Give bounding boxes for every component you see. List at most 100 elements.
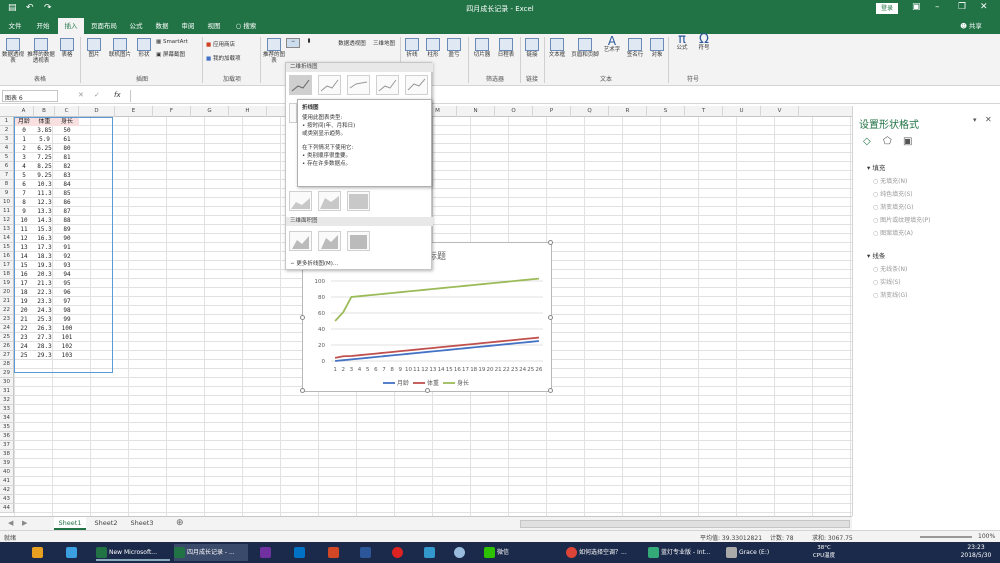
tab-home[interactable]: 开始 <box>30 18 56 34</box>
radio-option[interactable]: ○ 无线条(N) <box>873 264 907 273</box>
row-header[interactable]: 34 <box>0 414 14 423</box>
table-cell[interactable]: 101 <box>55 333 79 342</box>
table-cell[interactable]: 25 <box>14 351 34 360</box>
resize-handle[interactable] <box>548 315 553 320</box>
table-cell[interactable]: 5.9 <box>34 135 55 144</box>
table-cell[interactable]: 81 <box>55 153 79 162</box>
row-header[interactable]: 26 <box>0 342 14 351</box>
music-button[interactable] <box>392 544 408 561</box>
table-cell[interactable]: 89 <box>55 225 79 234</box>
row-header[interactable]: 13 <box>0 225 14 234</box>
table-cell[interactable]: 85 <box>55 189 79 198</box>
row-header[interactable]: 16 <box>0 252 14 261</box>
scroll-right-icon[interactable]: ▶ <box>22 519 27 527</box>
gallery-item-line-markers[interactable] <box>376 75 399 95</box>
legend-label[interactable]: 体重 <box>427 379 439 387</box>
table-cell[interactable]: 95 <box>55 279 79 288</box>
table-cell[interactable]: 87 <box>55 207 79 216</box>
table-cell[interactable]: 11 <box>14 225 34 234</box>
table-cell[interactable]: 2 <box>14 144 34 153</box>
row-header[interactable]: 41 <box>0 477 14 486</box>
pane-dropdown-icon[interactable]: ▾ <box>973 116 977 124</box>
table-cell[interactable]: 19 <box>14 297 34 306</box>
table-cell[interactable]: 13 <box>14 243 34 252</box>
taskbar-item-excel-new[interactable]: New Microsoft... <box>96 544 170 561</box>
table-cell[interactable]: 11.3 <box>34 189 55 198</box>
series-line[interactable] <box>334 340 540 362</box>
fill-line-icon[interactable]: ◇ <box>863 136 871 147</box>
table-cell[interactable]: 94 <box>55 270 79 279</box>
slicer-button[interactable]: 切片器 <box>471 38 493 58</box>
row-header[interactable]: 31 <box>0 387 14 396</box>
gallery-item-100-area[interactable] <box>347 191 370 211</box>
recommended-pivot-button[interactable]: 推荐的数据透视表 <box>26 38 56 64</box>
table-cell[interactable]: 9 <box>14 207 34 216</box>
effects-icon[interactable]: ⬠ <box>883 136 892 147</box>
table-header-cell[interactable]: 体重 <box>34 117 55 126</box>
row-header[interactable]: 37 <box>0 441 14 450</box>
table-cell[interactable]: 13.3 <box>34 207 55 216</box>
pictures-button[interactable]: 图片 <box>84 38 104 58</box>
row-header[interactable]: 14 <box>0 234 14 243</box>
taskbar-item-wechat[interactable]: 微信 <box>484 544 546 561</box>
onenote-button[interactable] <box>260 544 276 561</box>
tab-insert[interactable]: 插入 <box>58 18 84 34</box>
column-header[interactable]: C <box>55 106 79 117</box>
ribbon-options-icon[interactable]: ▣ <box>912 2 921 12</box>
store-button[interactable]: ■ 应用商店 <box>206 42 252 48</box>
row-header[interactable]: 23 <box>0 315 14 324</box>
table-cell[interactable]: 19.3 <box>34 261 55 270</box>
row-header[interactable]: 12 <box>0 216 14 225</box>
row-header[interactable]: 7 <box>0 171 14 180</box>
taskbar-item-drive[interactable]: Grace (E:) <box>726 544 796 561</box>
row-header[interactable]: 9 <box>0 189 14 198</box>
table-cell[interactable]: 5 <box>14 171 34 180</box>
table-cell[interactable]: 7.25 <box>34 153 55 162</box>
row-header[interactable]: 11 <box>0 207 14 216</box>
column-header[interactable]: S <box>647 106 685 117</box>
column-header[interactable]: U <box>723 106 761 117</box>
table-cell[interactable]: 28.3 <box>34 342 55 351</box>
add-sheet-icon[interactable]: ⊕ <box>176 518 184 528</box>
tab-view[interactable]: 视图 <box>202 18 226 34</box>
gallery-item-stacked-area[interactable] <box>318 191 341 211</box>
table-cell[interactable]: 24.3 <box>34 306 55 315</box>
gallery-item-3d-100-area[interactable] <box>347 231 370 251</box>
table-cell[interactable]: 84 <box>55 180 79 189</box>
sheet-tab-1[interactable]: Sheet1 <box>54 517 86 530</box>
table-button[interactable]: 表格 <box>58 38 76 58</box>
row-header[interactable]: 40 <box>0 468 14 477</box>
row-header[interactable]: 4 <box>0 144 14 153</box>
sparkline-column-button[interactable]: 柱形 <box>424 38 442 58</box>
horizontal-scrollbar[interactable] <box>520 520 850 528</box>
size-properties-icon[interactable]: ▣ <box>903 136 912 147</box>
column-header[interactable]: P <box>533 106 571 117</box>
table-header-cell[interactable]: 身长 <box>55 117 79 126</box>
legend-label[interactable]: 月龄 <box>397 379 409 387</box>
row-header[interactable]: 29 <box>0 369 14 378</box>
radio-option[interactable]: ○ 纯色填充(S) <box>873 189 913 198</box>
equation-button[interactable]: π 公式 <box>672 33 692 51</box>
radio-option[interactable]: ○ 无填充(N) <box>873 176 907 185</box>
column-header[interactable]: G <box>191 106 229 117</box>
table-cell[interactable]: 21 <box>14 315 34 324</box>
table-cell[interactable]: 96 <box>55 288 79 297</box>
table-cell[interactable]: 0 <box>14 126 34 135</box>
row-header[interactable]: 43 <box>0 495 14 504</box>
table-cell[interactable]: 29.3 <box>34 351 55 360</box>
gallery-item-stacked-line[interactable] <box>318 75 341 95</box>
pivot-table-button[interactable]: 数据透视表 <box>2 38 24 64</box>
formula-input[interactable] <box>130 90 990 102</box>
row-header[interactable]: 25 <box>0 333 14 342</box>
table-cell[interactable]: 12 <box>14 234 34 243</box>
row-header[interactable]: 36 <box>0 432 14 441</box>
smartart-button[interactable]: ▦ SmartArt <box>156 39 196 45</box>
resize-handle[interactable] <box>300 315 305 320</box>
table-cell[interactable]: 86 <box>55 198 79 207</box>
name-box[interactable]: 图表 6 <box>2 90 58 102</box>
table-cell[interactable]: 23 <box>14 333 34 342</box>
word-button[interactable] <box>360 544 376 561</box>
function-icon[interactable]: fx <box>114 91 121 99</box>
row-header[interactable]: 27 <box>0 351 14 360</box>
table-cell[interactable]: 61 <box>55 135 79 144</box>
